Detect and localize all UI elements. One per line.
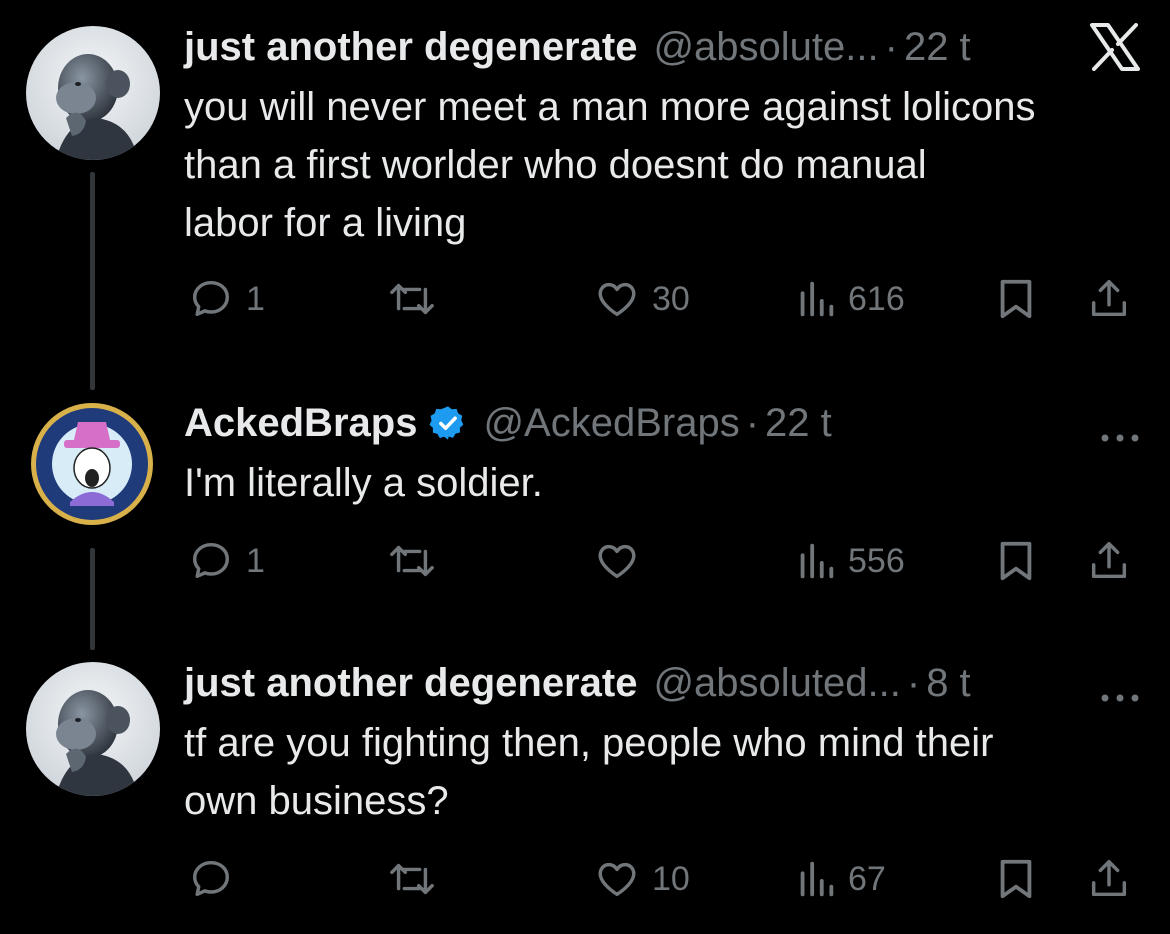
monkey-avatar-image [26,662,160,796]
avatar[interactable] [26,26,160,160]
share-icon [1091,280,1127,317]
badge-avatar-image [31,403,153,525]
separator-dot: · [745,400,760,445]
like-button[interactable]: 10 [594,854,690,904]
tweet-text-line: than a first worlder who doesnt do manua… [184,143,927,187]
more-icon[interactable] [1098,673,1142,702]
tweet[interactable]: just another degenerate @absolute... · 2… [0,0,1170,380]
user-handle[interactable]: @absoluted... [653,661,900,706]
tweet-header: just another degenerate @absolute... · 2… [184,22,1142,72]
tweet-text-line: I'm literally a soldier. [184,461,543,505]
like-count: 30 [652,279,690,318]
reply-count: 1 [246,541,265,580]
reply-icon [192,860,230,897]
bookmark-button[interactable] [996,274,1036,324]
separator-dot: · [884,24,898,69]
retweet-button[interactable] [384,854,452,904]
heart-icon [598,544,636,579]
tweet-text-line: tf are you fighting then, people who min… [184,721,994,765]
tweet-text: I'm literally a soldier. [184,454,1142,512]
like-button[interactable] [594,536,652,586]
bookmark-icon [1000,541,1032,581]
like-button[interactable]: 30 [594,274,690,324]
display-name[interactable]: AckedBraps [184,401,417,446]
verified-badge-icon [429,404,467,442]
tweet-text-line: own business? [184,779,449,823]
tweet-text-line: labor for a living [184,201,467,245]
reply-button[interactable]: 1 [188,274,265,324]
share-button[interactable] [1086,854,1132,904]
retweet-icon [390,863,434,895]
timestamp[interactable]: 22 t [904,25,971,70]
views-button[interactable]: 556 [796,536,905,586]
views-icon [800,281,834,317]
reply-icon [192,280,230,317]
x-logo-icon[interactable] [1088,23,1142,71]
action-bar: 10 67 [184,854,1144,904]
tweet-header: just another degenerate @absoluted... · … [184,658,1142,708]
user-handle[interactable]: @absolute... [653,25,878,70]
timestamp[interactable]: 22 t [765,401,832,446]
share-button[interactable] [1086,536,1132,586]
reply-button[interactable]: 1 [188,536,265,586]
tweet-text: you will never meet a man more against l… [184,78,1142,252]
tweet-text: tf are you fighting then, people who min… [184,714,1142,830]
view-count: 556 [848,541,905,580]
action-bar: 1 30 616 [184,274,1144,324]
separator-dot: · [906,660,921,705]
retweet-button[interactable] [384,274,452,324]
views-button[interactable]: 67 [796,854,886,904]
tweet-header: AckedBraps @AckedBraps · 22 t [184,398,1142,448]
retweet-button[interactable] [384,536,452,586]
bookmark-button[interactable] [996,536,1036,586]
bookmark-icon [1000,279,1032,319]
views-icon [800,861,834,897]
display-name[interactable]: just another degenerate [184,661,637,706]
monkey-avatar-image [26,26,160,160]
reply-icon [192,542,230,579]
reply-count: 1 [246,279,265,318]
more-icon[interactable] [1098,413,1142,442]
avatar[interactable] [26,662,160,796]
bookmark-icon [1000,859,1032,899]
views-icon [800,543,834,579]
action-bar: 1 556 [184,536,1144,586]
reply-button[interactable] [188,854,246,904]
timestamp[interactable]: 8 t [926,661,970,706]
avatar[interactable] [30,402,154,526]
like-count: 10 [652,859,690,898]
heart-icon [598,862,636,897]
retweet-icon [390,283,434,315]
user-handle[interactable]: @AckedBraps [483,401,739,446]
tweet-text-line: you will never meet a man more against l… [184,85,1036,129]
tweet[interactable]: just another degenerate @absoluted... · … [0,650,1170,934]
views-button[interactable]: 616 [796,274,905,324]
display-name[interactable]: just another degenerate [184,25,637,70]
tweet[interactable]: AckedBraps @AckedBraps · 22 t I'm litera… [0,390,1170,630]
heart-icon [598,282,636,317]
retweet-icon [390,545,434,577]
share-icon [1091,860,1127,897]
bookmark-button[interactable] [996,854,1036,904]
view-count: 67 [848,859,886,898]
share-icon [1091,542,1127,579]
view-count: 616 [848,279,905,318]
share-button[interactable] [1086,274,1132,324]
